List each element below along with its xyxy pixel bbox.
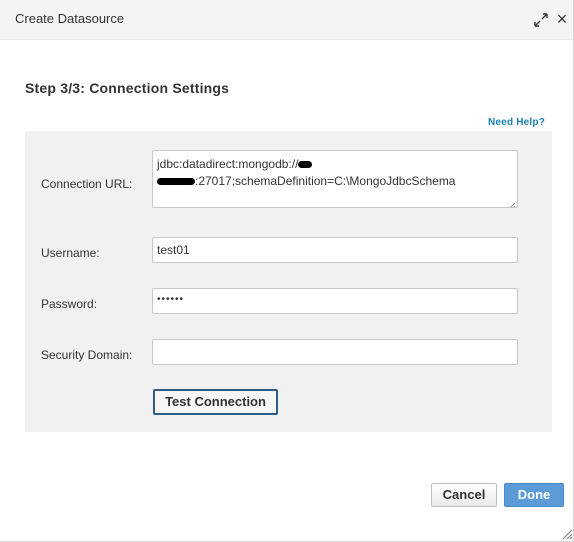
connection-url-prefix: jdbc:datadirect:mongodb:// xyxy=(157,157,299,171)
connection-url-suffix: :27017;schemaDefinition=C:\MongoJdbcSche… xyxy=(195,174,456,188)
redacted-host-mark xyxy=(298,161,313,169)
username-label: Username: xyxy=(41,246,100,260)
username-input[interactable]: test01 xyxy=(152,237,518,263)
need-help-link[interactable]: Need Help? xyxy=(488,117,545,128)
dialog-resize-grip-icon[interactable] xyxy=(561,527,573,540)
security-domain-input[interactable] xyxy=(152,339,518,365)
cancel-button[interactable]: Cancel xyxy=(431,483,497,507)
connection-url-line-1: jdbc:datadirect:mongodb:// xyxy=(157,156,513,173)
security-domain-label: Security Domain: xyxy=(41,348,133,362)
redacted-host-mark xyxy=(157,178,195,186)
step-title: Step 3/3: Connection Settings xyxy=(25,80,230,96)
test-connection-button[interactable]: Test Connection xyxy=(153,389,278,415)
connection-url-textarea[interactable]: jdbc:datadirect:mongodb:// :27017;schema… xyxy=(152,150,518,208)
connection-url-line-2: :27017;schemaDefinition=C:\MongoJdbcSche… xyxy=(157,173,513,190)
password-label: Password: xyxy=(41,297,98,311)
dialog-titlebar[interactable]: Create Datasource × xyxy=(0,0,573,40)
close-icon[interactable]: × xyxy=(555,10,569,28)
password-input[interactable]: •••••• xyxy=(152,288,518,314)
done-button[interactable]: Done xyxy=(504,483,564,507)
resize-grip-icon[interactable] xyxy=(508,198,516,207)
connection-url-label: Connection URL: xyxy=(41,177,133,191)
dialog-title: Create Datasource xyxy=(15,11,125,26)
create-datasource-dialog: Create Datasource × Step 3/3: Connection… xyxy=(0,0,574,542)
expand-arrows-icon[interactable] xyxy=(534,13,548,27)
